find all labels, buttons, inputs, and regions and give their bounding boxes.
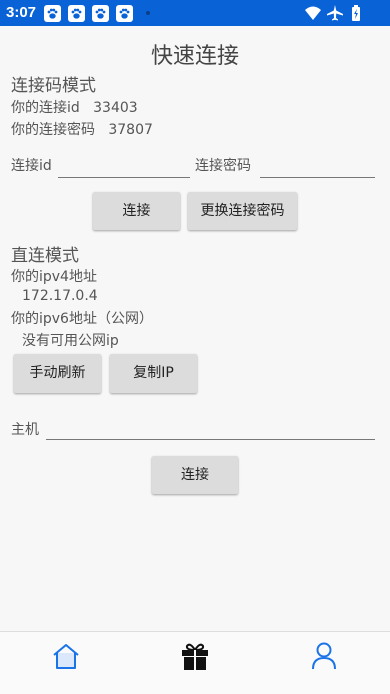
- gift-icon: [180, 643, 210, 676]
- connection-password-input[interactable]: [260, 150, 375, 178]
- status-bar: 3:07: [0, 0, 390, 26]
- nav-profile-tab[interactable]: [309, 640, 339, 672]
- home-icon: [51, 644, 81, 676]
- page-title: 快速连接: [150, 44, 239, 69]
- connect-by-code-button[interactable]: 连接: [93, 192, 180, 230]
- airplane-mode-icon: [326, 4, 344, 26]
- wifi-icon: [304, 4, 322, 26]
- code-mode-heading: 连接码模式: [11, 76, 96, 96]
- host-input[interactable]: [46, 412, 375, 440]
- change-password-button[interactable]: 更换连接密码: [188, 192, 297, 230]
- connection-id-label: 连接id: [11, 158, 52, 174]
- copy-ip-button[interactable]: 复制IP: [110, 354, 197, 393]
- paw-notification-icon: [68, 5, 85, 22]
- status-time: 3:07: [6, 4, 37, 21]
- host-label: 主机: [11, 422, 39, 438]
- connection-password-label: 连接密码: [195, 158, 251, 174]
- direct-mode-heading: 直连模式: [11, 246, 79, 266]
- direct-connect-button[interactable]: 连接: [152, 456, 238, 494]
- connection-password-text: 你的连接密码 37807: [11, 122, 153, 138]
- user-icon: [309, 642, 339, 676]
- paw-notification-icon: [116, 5, 133, 22]
- connection-id-text: 你的连接id 33403: [11, 100, 138, 116]
- nav-home-tab[interactable]: [51, 640, 81, 672]
- paw-notification-icon: [44, 5, 61, 22]
- refresh-button[interactable]: 手动刷新: [14, 354, 101, 393]
- connection-id-input[interactable]: [58, 150, 190, 178]
- bottom-nav: [0, 631, 390, 694]
- ipv6-value: 没有可用公网ip: [22, 333, 119, 349]
- nav-gift-tab[interactable]: [180, 640, 210, 672]
- paw-notification-icon: [92, 5, 109, 22]
- ipv6-label: 你的ipv6地址（公网）: [11, 311, 153, 327]
- battery-icon: [350, 4, 362, 26]
- more-notifications-dot: [146, 11, 150, 15]
- ipv4-value: 172.17.0.4: [22, 288, 98, 304]
- ipv4-label: 你的ipv4地址: [11, 269, 97, 285]
